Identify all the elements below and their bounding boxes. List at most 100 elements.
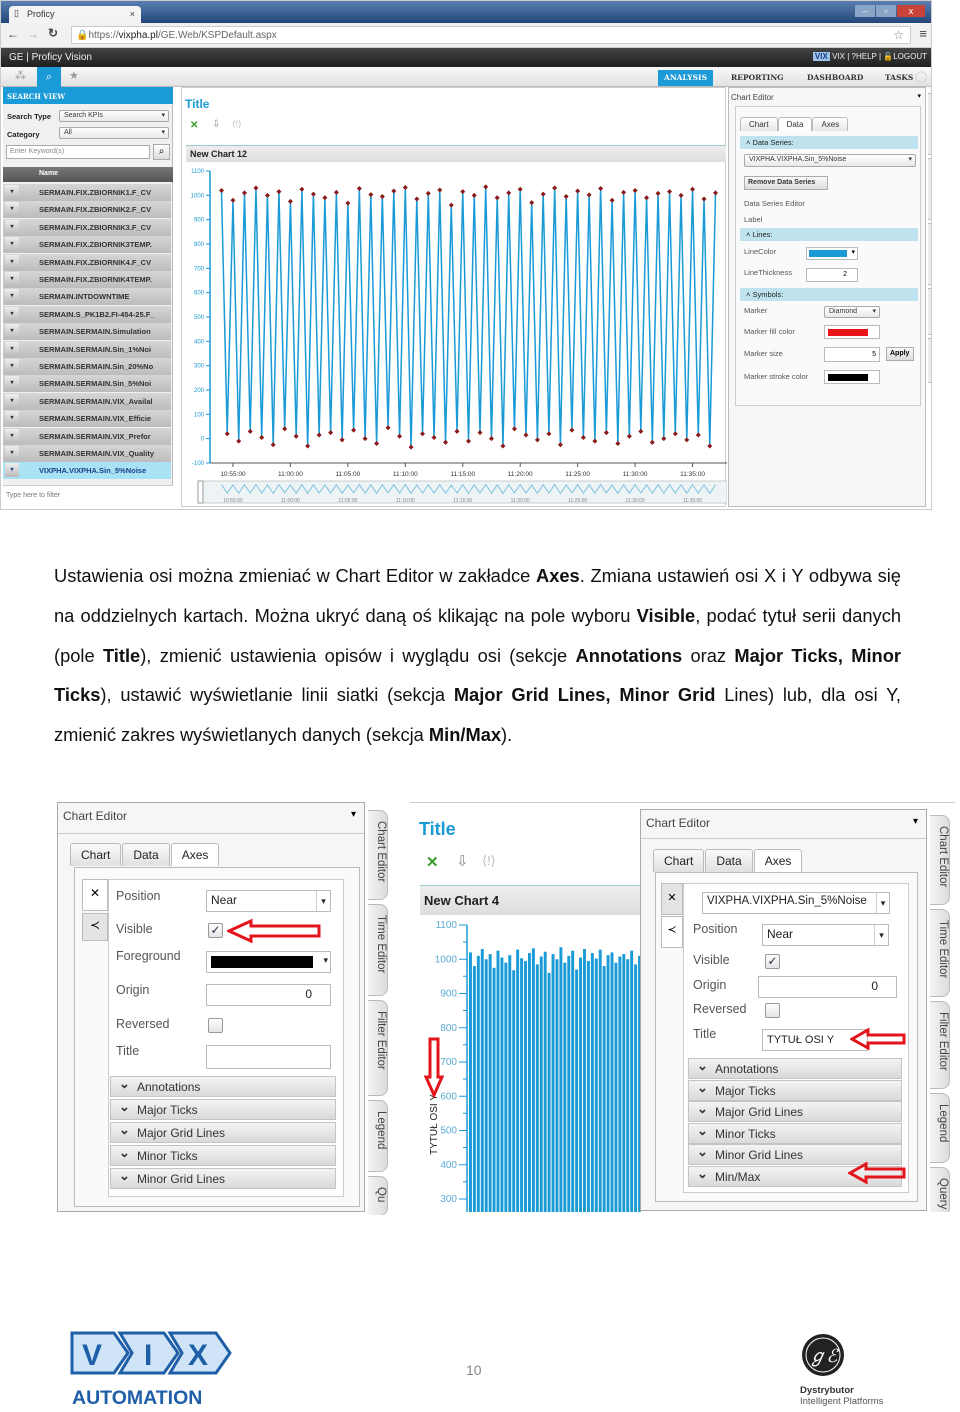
- excel-export-icon[interactable]: ✕: [426, 853, 439, 871]
- tab-chart[interactable]: Chart: [70, 843, 122, 866]
- row-expand-icon[interactable]: ▾: [5, 289, 19, 304]
- tab-data[interactable]: Data: [705, 849, 753, 872]
- help-link[interactable]: HELP: [856, 52, 877, 61]
- filter-input[interactable]: Type here to filter: [3, 485, 173, 507]
- row-expand-icon[interactable]: ▾: [5, 393, 19, 408]
- side-tab[interactable]: Filter Editor: [930, 1001, 950, 1089]
- lines-section[interactable]: ˄ Lines:: [740, 228, 918, 241]
- row-expand-icon[interactable]: ▾: [5, 411, 19, 426]
- chat-bubble-icon[interactable]: ◯: [915, 70, 927, 83]
- tab-data[interactable]: Data: [777, 117, 813, 131]
- kpi-list-item[interactable]: ▾ VIXPHA.VIXPHA.Sin_5%Noise: [3, 462, 171, 480]
- tab-reporting[interactable]: REPORTING: [725, 70, 790, 86]
- side-tab[interactable]: Chart Editor: [928, 93, 931, 155]
- close-window-button[interactable]: x: [897, 5, 925, 17]
- back-icon[interactable]: ←: [7, 27, 19, 41]
- side-tab[interactable]: Legend: [368, 1100, 388, 1172]
- reload-icon[interactable]: ↻: [48, 26, 58, 40]
- row-expand-icon[interactable]: ▾: [5, 428, 19, 443]
- position-select[interactable]: Near ▾: [762, 924, 889, 946]
- foreground-color-picker[interactable]: ▾: [206, 951, 331, 973]
- logout-link[interactable]: LOGOUT: [893, 52, 927, 61]
- kpi-list-item[interactable]: ▾ SERMAIN.SERMAIN.VIX_Efficie: [3, 410, 171, 428]
- marker-fill-picker[interactable]: [824, 325, 880, 339]
- title-input[interactable]: [206, 1045, 331, 1069]
- kpi-list-item[interactable]: ▾ SERMAIN.INTDOWNTIME: [3, 288, 171, 306]
- reversed-checkbox[interactable]: [208, 1018, 223, 1033]
- origin-stepper[interactable]: 0: [758, 976, 897, 998]
- tab-axes[interactable]: Axes: [170, 843, 220, 866]
- row-expand-icon[interactable]: ▾: [5, 254, 19, 269]
- section-minor-grid-lines[interactable]: Minor Grid Lines: [110, 1168, 336, 1189]
- minimize-button[interactable]: –: [855, 5, 875, 17]
- series-select[interactable]: VIXPHA.VIXPHA.Sin_5%Noise ▾: [702, 892, 890, 914]
- side-tab[interactable]: Time Editor: [928, 158, 931, 220]
- data-series-select[interactable]: VIXPHA.VIXPHA.Sin_5%Noise: [744, 154, 916, 167]
- row-expand-icon[interactable]: ▾: [5, 376, 19, 391]
- section-major-ticks[interactable]: Major Ticks: [110, 1099, 336, 1120]
- share-icon[interactable]: ⁂: [15, 69, 26, 82]
- tab-close-icon[interactable]: ×: [130, 9, 135, 19]
- marker-select[interactable]: Diamond: [824, 306, 880, 318]
- kpi-list-item[interactable]: ▾ SERMAIN.SERMAIN.VIX_Prefor: [3, 427, 171, 445]
- side-tab[interactable]: Time Editor: [368, 904, 388, 996]
- reversed-checkbox[interactable]: [765, 1003, 780, 1018]
- collapse-chevron-icon[interactable]: ▾: [351, 809, 356, 820]
- side-tab[interactable]: Time Editor: [930, 909, 950, 997]
- bookmark-star-icon[interactable]: ☆: [893, 28, 904, 42]
- row-expand-icon[interactable]: ▾: [5, 202, 19, 217]
- kpi-list-item[interactable]: ▾ SERMAIN.S_PK1B2.FI-454-25.F_: [3, 305, 171, 323]
- kpi-list-item[interactable]: ▾ SERMAIN.SERMAIN.Simulation: [3, 323, 171, 341]
- section-annotations[interactable]: Annotations: [110, 1076, 336, 1097]
- browser-tab[interactable]: ▯ Proficy ×: [9, 6, 141, 23]
- origin-stepper[interactable]: 0: [206, 984, 331, 1006]
- navigator-handle[interactable]: [197, 480, 204, 504]
- position-select[interactable]: Near ▾: [206, 890, 331, 912]
- row-expand-icon[interactable]: ▾: [5, 341, 19, 356]
- kpi-list-item[interactable]: ▾ SERMAIN.FIX.ZBIORNIK3.F_CV: [3, 218, 171, 236]
- visible-checkbox[interactable]: ✓: [765, 954, 780, 969]
- x-axis-tab[interactable]: ✕: [661, 883, 683, 915]
- tab-axes[interactable]: Axes: [812, 117, 849, 131]
- marker-stroke-picker[interactable]: [824, 370, 880, 384]
- y-axis-tab[interactable]: ≺: [661, 916, 683, 948]
- row-expand-icon[interactable]: ▾: [5, 272, 19, 286]
- search-button[interactable]: ⌕: [153, 144, 170, 160]
- menu-icon[interactable]: ≡: [919, 26, 927, 41]
- maximize-button[interactable]: ▫: [876, 5, 896, 17]
- kpi-list-item[interactable]: ▾ SERMAIN.FIX.ZBIORNIK4TEMP.: [3, 271, 171, 288]
- side-tab[interactable]: Legend: [930, 1093, 950, 1163]
- side-tab[interactable]: Filter Editor: [928, 223, 931, 285]
- section-major-grid-lines[interactable]: Major Grid Lines: [110, 1122, 336, 1143]
- url-input[interactable]: 🔒https://vixpha.pl/GE.Web/KSPDefault.asp…: [71, 26, 911, 44]
- line-color-picker[interactable]: ▾: [806, 247, 858, 260]
- collapse-chevron-icon[interactable]: ▾: [917, 92, 921, 100]
- section-minor-ticks[interactable]: Minor Ticks: [688, 1123, 902, 1144]
- kpi-list-item[interactable]: ▾ SERMAIN.FIX.ZBIORNIK1.F_CV: [3, 184, 171, 201]
- keyword-input[interactable]: Enter Keyword(s): [6, 145, 150, 159]
- kpi-list-item[interactable]: ▾ SERMAIN.FIX.ZBIORNIK3TEMP.: [3, 236, 171, 254]
- section-major-grid-lines[interactable]: Major Grid Lines: [688, 1101, 902, 1122]
- side-tab[interactable]: Legend: [928, 288, 931, 335]
- kpi-list-item[interactable]: ▾ SERMAIN.SERMAIN.VIX_Quality: [3, 445, 171, 462]
- side-tab[interactable]: Filter Editor: [368, 1000, 388, 1096]
- side-tab[interactable]: Query: [930, 1167, 950, 1212]
- apply-button[interactable]: Apply: [886, 347, 914, 361]
- row-expand-icon[interactable]: ▾: [5, 237, 19, 252]
- symbols-section[interactable]: ˄ Symbols:: [740, 288, 918, 301]
- excel-export-icon[interactable]: ✕: [190, 120, 198, 131]
- tab-dashboard[interactable]: DASHBOARD: [801, 70, 869, 86]
- section-major-ticks[interactable]: Major Ticks: [688, 1080, 902, 1101]
- side-tab[interactable]: Query: [928, 338, 931, 383]
- tab-tasks[interactable]: TASKS: [879, 70, 919, 86]
- forward-icon[interactable]: →: [27, 27, 39, 41]
- tab-analysis[interactable]: ANALYSIS: [658, 70, 713, 86]
- row-expand-icon[interactable]: ▾: [5, 359, 19, 373]
- search-view-icon[interactable]: ⌕: [37, 67, 61, 87]
- kpi-list-item[interactable]: ▾ SERMAIN.SERMAIN.Sin_20%No: [3, 358, 171, 375]
- data-series-section[interactable]: ˄ Data Series:: [740, 136, 918, 149]
- row-expand-icon[interactable]: ▾: [5, 185, 19, 199]
- side-tab[interactable]: Chart Editor: [930, 815, 950, 905]
- category-select[interactable]: All: [59, 127, 169, 139]
- favorites-star-icon[interactable]: ★: [69, 69, 79, 82]
